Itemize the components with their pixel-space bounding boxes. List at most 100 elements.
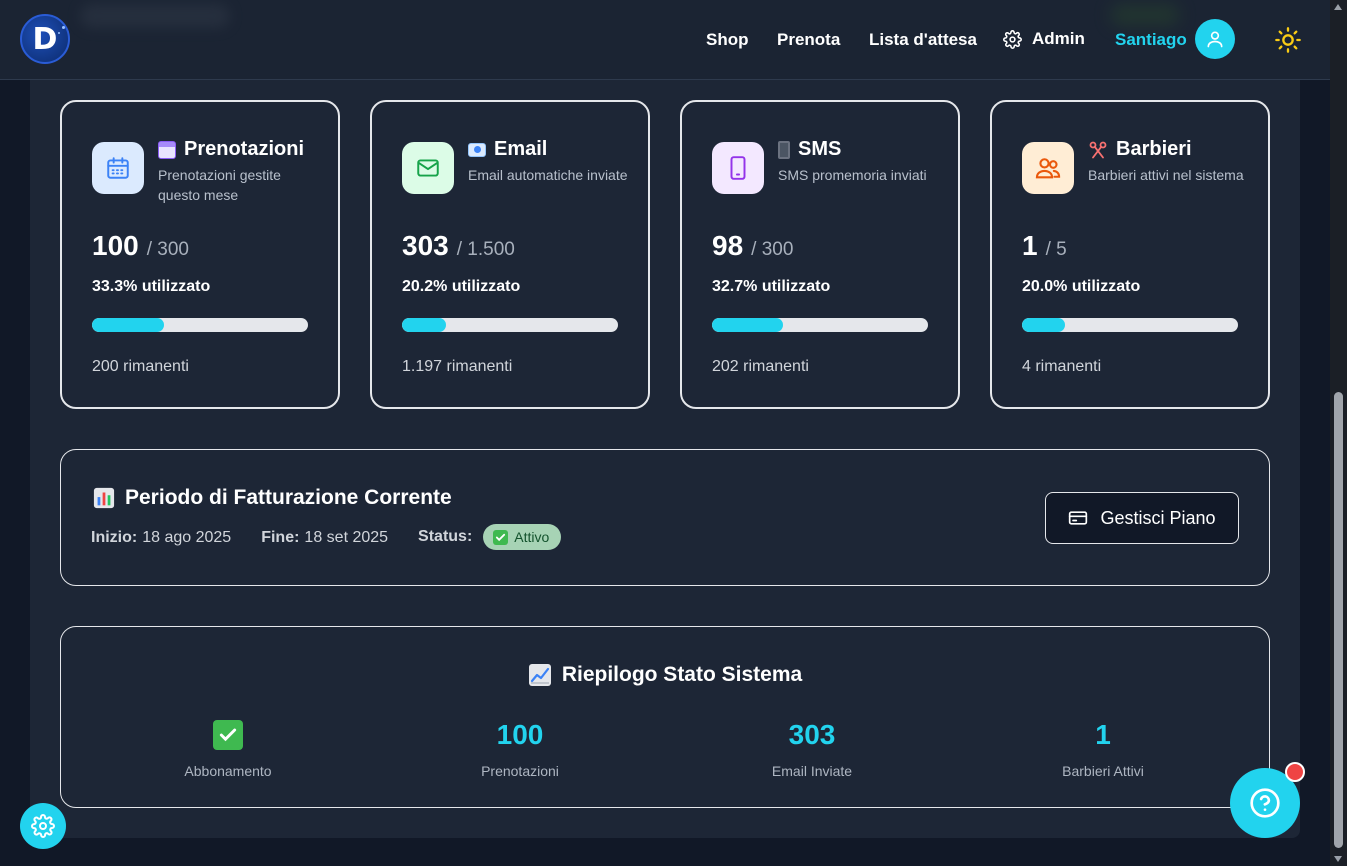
usage-progress-bar — [402, 318, 618, 332]
stat-barbers: 1 Barbieri Attivi — [1003, 719, 1203, 779]
usage-progress-fill — [712, 318, 783, 332]
billing-end-label: Fine: — [261, 529, 300, 546]
stat-emails: 303 Email Inviate — [712, 719, 912, 779]
nav-admin[interactable]: Admin — [1003, 29, 1085, 49]
status-badge-text: Attivo — [514, 529, 550, 545]
user-icon — [1207, 31, 1223, 48]
check-icon — [213, 720, 243, 750]
sun-icon[interactable] — [1274, 26, 1302, 54]
phone-icon — [730, 156, 746, 180]
summary-title-text: Riepilogo Stato Sistema — [561, 663, 803, 686]
blurred-region — [1110, 4, 1180, 26]
scroll-up-arrow[interactable] — [1334, 4, 1342, 10]
card-value: 100 / 300 — [92, 230, 189, 262]
billing-period-card: Periodo di Fatturazione Corrente Inizio:… — [60, 449, 1270, 586]
card-percent: 33.3% utilizzato — [92, 278, 211, 295]
usage-progress-bar — [92, 318, 308, 332]
scissors-icon — [1089, 141, 1107, 158]
blurred-region — [80, 4, 230, 28]
gear-icon — [1003, 29, 1022, 49]
card-percent: 20.2% utilizzato — [402, 278, 521, 295]
billing-status-label: Status: — [418, 528, 473, 545]
card-value-number: 303 — [402, 230, 449, 261]
card-percent: 32.7% utilizzato — [712, 278, 831, 295]
stat-label: Email Inviate — [771, 763, 853, 779]
card-remaining: 1.197 rimanenti — [402, 358, 513, 375]
calendar-icon-box — [92, 142, 144, 194]
billing-start: Inizio: 18 ago 2025 — [91, 529, 231, 547]
billing-details: Inizio: 18 ago 2025 Fine: 18 set 2025 Stat… — [91, 524, 591, 550]
card-percent: 20.0% utilizzato — [1022, 278, 1141, 295]
stat-label: Barbieri Attivi — [1062, 763, 1144, 779]
mail-icon — [417, 159, 439, 177]
card-title-text: Barbieri — [1116, 138, 1192, 160]
stat-bookings: 100 Prenotazioni — [420, 719, 620, 779]
card-title-text: Email — [494, 138, 548, 160]
stat-subscription: Abbonamento — [128, 719, 328, 779]
bar-chart-icon — [93, 487, 115, 509]
scroll-thumb[interactable] — [1334, 392, 1343, 848]
card-title: Email — [468, 138, 547, 161]
billing-start-value: 18 ago 2025 — [142, 529, 232, 546]
nav-prenota[interactable]: Prenota — [777, 30, 840, 50]
stat-value — [128, 719, 328, 751]
card-limit: / 5 — [1045, 239, 1067, 260]
notification-dot — [1285, 762, 1305, 782]
status-badge: Attivo — [483, 524, 562, 550]
usage-progress-bar — [1022, 318, 1238, 332]
nav-waitlist[interactable]: Lista d'attesa — [869, 30, 977, 50]
card-title: Prenotazioni — [158, 138, 304, 161]
top-navbar: D Shop Prenota Lista d'attesa Admin Sant… — [0, 0, 1330, 80]
card-value-number: 1 — [1022, 230, 1038, 261]
card-description: SMS promemoria inviati — [778, 167, 927, 183]
card-value: 303 / 1.500 — [402, 230, 515, 262]
manage-plan-button[interactable]: Gestisci Piano — [1045, 492, 1239, 544]
user-name[interactable]: Santiago — [1115, 30, 1187, 50]
credit-card-icon — [1069, 511, 1088, 525]
phone-icon-box — [712, 142, 764, 194]
gear-icon — [31, 814, 55, 838]
billing-status: Status: Attivo — [418, 524, 562, 550]
logo-letter: D — [32, 21, 58, 57]
card-title-text: SMS — [798, 138, 842, 160]
manage-plan-label: Gestisci Piano — [1100, 507, 1216, 528]
card-value-number: 98 — [712, 230, 744, 261]
usage-card-sms: SMS SMS promemoria inviati 98 / 300 32.7%… — [680, 100, 960, 409]
billing-end-value: 18 set 2025 — [304, 529, 389, 546]
nav-shop[interactable]: Shop — [706, 30, 749, 50]
mail-icon-box — [402, 142, 454, 194]
stat-value: 303 — [788, 719, 836, 750]
trend-chart-icon — [528, 664, 551, 686]
usage-card-prenotazioni: Prenotazioni Prenotazioni gestite questo… — [60, 100, 340, 409]
stat-label: Abbonamento — [184, 763, 272, 779]
usage-progress-fill — [1022, 318, 1066, 332]
scroll-down-arrow[interactable] — [1334, 856, 1342, 862]
billing-title: Periodo di Fatturazione Corrente — [93, 486, 452, 510]
billing-title-text: Periodo di Fatturazione Corrente — [125, 486, 452, 509]
billing-end: Fine: 18 set 2025 — [261, 529, 388, 547]
usage-card-email: Email Email automatiche inviate 303 / 1.5… — [370, 100, 650, 409]
card-value: 98 / 300 — [712, 230, 793, 262]
card-limit: / 1.500 — [456, 239, 515, 260]
logo-sparkle — [62, 26, 65, 29]
logo-sparkle — [58, 32, 60, 34]
card-remaining: 4 rimanenti — [1022, 358, 1102, 375]
user-avatar[interactable] — [1195, 19, 1235, 59]
stat-value: 100 — [496, 719, 544, 750]
settings-fab[interactable] — [20, 803, 66, 849]
card-title-text: Prenotazioni — [184, 138, 305, 160]
card-remaining: 202 rimanenti — [712, 358, 809, 375]
card-title: SMS — [778, 138, 841, 161]
usage-progress-fill — [92, 318, 164, 332]
page-scrollbar[interactable] — [1330, 0, 1347, 866]
nav-admin-label: Admin — [1032, 29, 1085, 48]
app-logo[interactable]: D — [20, 14, 70, 64]
card-description: Email automatiche inviate — [468, 167, 628, 183]
users-icon-box — [1022, 142, 1074, 194]
card-value: 1 / 5 — [1022, 230, 1067, 262]
usage-progress-bar — [712, 318, 928, 332]
card-limit: / 300 — [751, 239, 794, 260]
email-emoji-icon — [468, 142, 486, 157]
card-description: Prenotazioni gestite questo mese — [158, 167, 281, 203]
check-icon — [493, 529, 509, 545]
